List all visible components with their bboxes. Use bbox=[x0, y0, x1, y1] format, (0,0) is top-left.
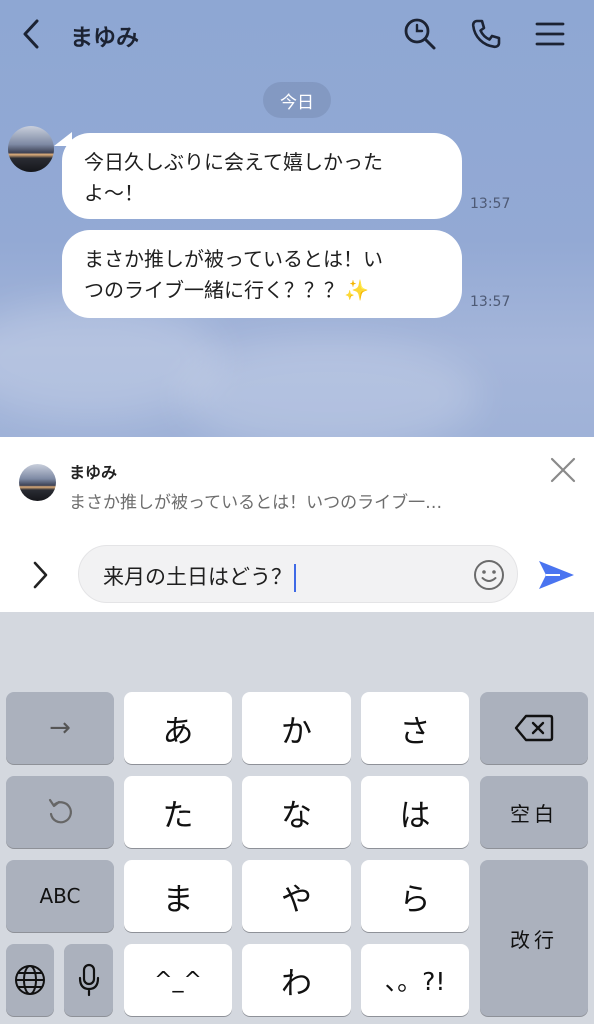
reply-preview-text: まさか推しが被っているとは！いつのライブ一… bbox=[69, 493, 443, 513]
key-label: は bbox=[399, 797, 431, 834]
key-label: さ bbox=[399, 713, 431, 750]
key-undo[interactable] bbox=[6, 776, 114, 848]
key-ha[interactable]: は bbox=[361, 776, 469, 848]
message-bubble[interactable]: 今日久しぶりに会えて嬉しかった よ〜！ bbox=[62, 133, 462, 219]
message-input-value: 来月の土日はどう？ bbox=[103, 565, 292, 589]
chat-title: まゆみ bbox=[70, 25, 139, 51]
key-ra[interactable]: ら bbox=[361, 860, 469, 932]
message-text: 今日久しぶりに会えて嬉しかった bbox=[84, 150, 383, 174]
reply-panel: まゆみ まさか推しが被っているとは！いつのライブ一… 来月の土日はどう？ bbox=[0, 437, 594, 612]
message-text: まさか推しが被っているとは！い bbox=[84, 247, 383, 271]
search-icon bbox=[404, 18, 436, 50]
key-label: ^_^ bbox=[154, 967, 202, 993]
key-label: ま bbox=[162, 881, 194, 918]
key-ta[interactable]: た bbox=[124, 776, 232, 848]
key-label: わ bbox=[281, 965, 312, 1002]
text-caret bbox=[294, 564, 296, 592]
chat-area: まゆみ 今日 今日久しぶりに会えて嬉しかった よ〜！ 13:57 まさか推しが被… bbox=[0, 0, 594, 437]
key-punctuation[interactable]: 、。?! bbox=[361, 944, 469, 1016]
globe-icon bbox=[15, 965, 45, 995]
menu-button[interactable] bbox=[528, 12, 572, 56]
key-label: や bbox=[281, 881, 312, 918]
date-separator: 今日 bbox=[263, 82, 331, 118]
key-arrow-right[interactable]: → bbox=[6, 692, 114, 764]
key-label: 改行 bbox=[510, 927, 558, 952]
key-label: 、。?! bbox=[384, 967, 446, 996]
keyboard: → あ か さ た な は 空白 ABC ま や ら 改行 ^_^ わ 、。?! bbox=[0, 612, 594, 1024]
sparkles-emoji: ✨ bbox=[344, 278, 369, 302]
key-label: な bbox=[281, 797, 312, 834]
close-reply-button[interactable] bbox=[544, 451, 582, 489]
call-button[interactable] bbox=[464, 12, 508, 56]
emoji-button[interactable] bbox=[471, 557, 507, 593]
send-icon bbox=[539, 561, 574, 589]
phone-icon bbox=[471, 19, 501, 49]
key-wa[interactable]: わ bbox=[242, 944, 351, 1016]
key-globe[interactable] bbox=[6, 944, 54, 1016]
send-button[interactable] bbox=[534, 553, 578, 597]
microphone-icon bbox=[78, 963, 99, 997]
message-text: つのライブ一緒に行く？？？ bbox=[84, 278, 344, 302]
key-ma[interactable]: ま bbox=[124, 860, 232, 932]
avatar[interactable] bbox=[8, 126, 54, 172]
key-space[interactable]: 空白 bbox=[480, 776, 588, 848]
reply-avatar bbox=[19, 464, 56, 501]
chevron-right-icon bbox=[33, 561, 48, 589]
hamburger-menu-icon bbox=[535, 22, 565, 46]
key-label: ABC bbox=[39, 884, 81, 908]
key-ka[interactable]: か bbox=[242, 692, 351, 764]
message-bubble[interactable]: まさか推しが被っているとは！い つのライブ一緒に行く？？？✨ bbox=[62, 230, 462, 318]
backspace-icon bbox=[514, 714, 554, 742]
key-return[interactable]: 改行 bbox=[480, 860, 588, 1016]
message-time: 13:57 bbox=[470, 196, 511, 212]
key-label: あ bbox=[162, 713, 194, 750]
key-label: ら bbox=[399, 881, 431, 918]
key-dictation[interactable] bbox=[64, 944, 113, 1016]
key-label: → bbox=[49, 713, 71, 743]
reply-sender-name: まゆみ bbox=[69, 463, 118, 482]
key-a[interactable]: あ bbox=[124, 692, 232, 764]
key-emoticon[interactable]: ^_^ bbox=[124, 944, 232, 1016]
key-na[interactable]: な bbox=[242, 776, 351, 848]
message-input[interactable]: 来月の土日はどう？ bbox=[78, 545, 518, 603]
smiley-icon bbox=[474, 560, 504, 590]
key-label: た bbox=[162, 797, 194, 834]
search-button[interactable] bbox=[398, 12, 442, 56]
key-label: か bbox=[281, 713, 312, 750]
undo-icon bbox=[48, 798, 72, 824]
background-cloud bbox=[180, 340, 480, 437]
close-icon bbox=[550, 457, 576, 483]
message-text: よ〜！ bbox=[84, 181, 144, 205]
key-delete[interactable] bbox=[480, 692, 588, 764]
key-sa[interactable]: さ bbox=[361, 692, 469, 764]
message-time: 13:57 bbox=[470, 294, 511, 310]
back-button[interactable] bbox=[10, 12, 54, 56]
key-abc[interactable]: ABC bbox=[6, 860, 114, 932]
key-label: 空白 bbox=[510, 801, 558, 826]
key-ya[interactable]: や bbox=[242, 860, 351, 932]
chevron-left-icon bbox=[23, 19, 39, 49]
expand-tools-button[interactable] bbox=[20, 555, 60, 595]
